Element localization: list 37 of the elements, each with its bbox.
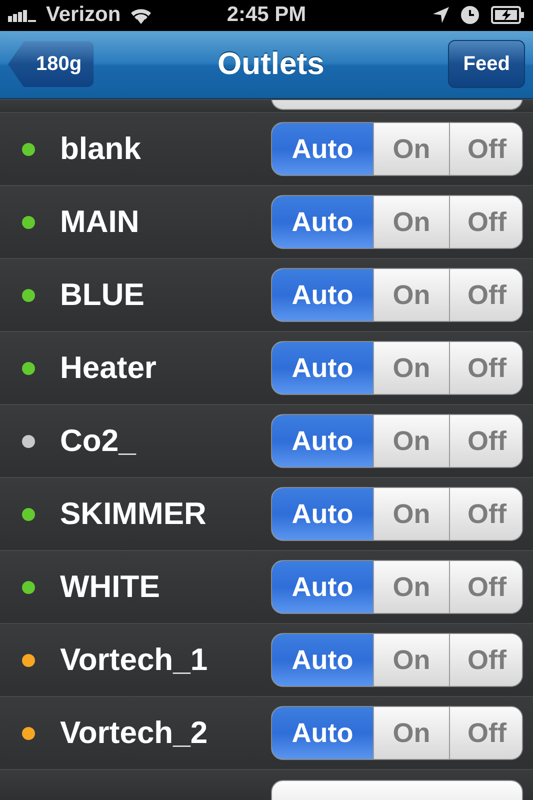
outlet-name: BLUE: [60, 277, 146, 313]
feed-button[interactable]: Feed: [448, 40, 525, 88]
outlet-name: Co2_: [60, 423, 138, 459]
mode-segment[interactable]: Off: [449, 488, 522, 540]
clock-time: 2:45 PM: [226, 3, 306, 28]
mode-segment[interactable]: Auto: [272, 196, 373, 248]
outlet-name: Vortech_2: [60, 715, 209, 751]
mode-segment[interactable]: Auto: [272, 269, 373, 321]
mode-segment[interactable]: Off: [449, 196, 522, 248]
mode-segment[interactable]: Auto: [272, 488, 373, 540]
mode-segment[interactable]: Off: [449, 415, 522, 467]
mode-segment[interactable]: Off: [449, 269, 522, 321]
screen-title: Outlets: [218, 46, 324, 82]
outlet-name: MAIN: [60, 204, 140, 240]
alarm-clock-icon: [461, 6, 479, 24]
outlet-name: WHITE: [60, 569, 161, 605]
mode-segment[interactable]: Auto: [272, 342, 373, 394]
mode-segment[interactable]: Auto: [272, 415, 373, 467]
mode-segment[interactable]: Off: [449, 707, 522, 759]
signal-icon: [8, 8, 38, 22]
back-button[interactable]: 180g: [8, 41, 94, 88]
outlet-name: Vortech_1: [60, 642, 209, 678]
mode-segment[interactable]: Off: [449, 561, 522, 613]
mode-segment[interactable]: Auto: [272, 561, 373, 613]
battery-icon: [491, 6, 525, 24]
carrier-name: Verizon: [46, 3, 121, 28]
wifi-icon: [128, 6, 153, 24]
mode-segment[interactable]: Auto: [272, 634, 373, 686]
outlet-name: Heater: [60, 350, 158, 386]
mode-segment[interactable]: Off: [449, 634, 522, 686]
outlet-name: blank: [60, 131, 142, 167]
mode-segment[interactable]: Off: [449, 342, 522, 394]
mode-segment[interactable]: Off: [449, 123, 522, 175]
mode-segment[interactable]: Auto: [272, 123, 373, 175]
outlet-name: SKIMMER: [60, 496, 208, 532]
location-arrow-icon: [433, 7, 449, 24]
mode-segment[interactable]: Auto: [272, 707, 373, 759]
